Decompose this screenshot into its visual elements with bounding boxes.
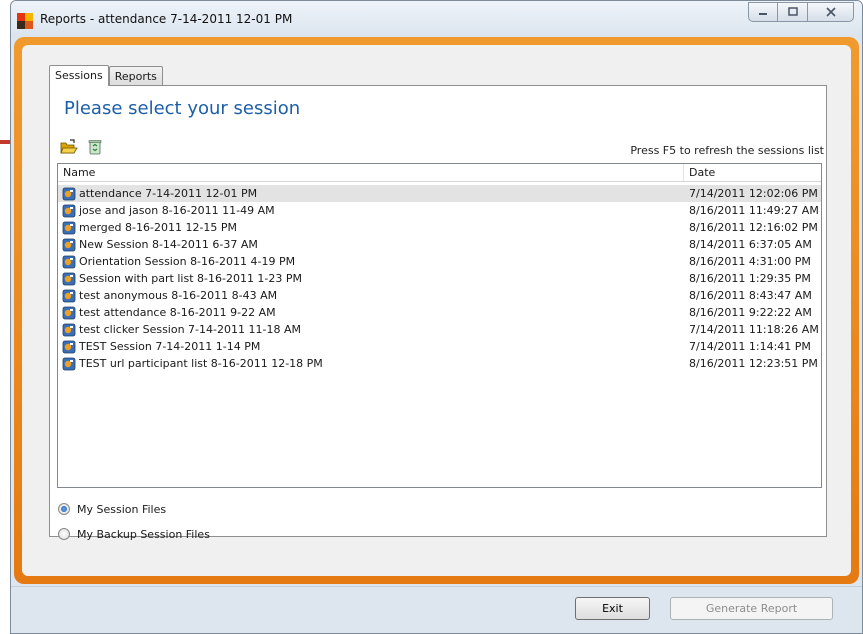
tab-strip: Sessions Reports bbox=[49, 65, 163, 86]
recycle-bin-icon bbox=[88, 140, 102, 155]
session-date: 7/14/2011 1:14:41 PM bbox=[689, 340, 811, 353]
table-row[interactable]: Session with part list 8-16-2011 1-23 PM… bbox=[58, 270, 821, 287]
option-my-session-files[interactable]: My Session Files bbox=[58, 501, 210, 517]
option-label: My Backup Session Files bbox=[77, 527, 210, 541]
session-date: 8/14/2011 6:37:05 AM bbox=[689, 238, 812, 251]
cell-name: test anonymous 8-16-2011 8-43 AM bbox=[58, 289, 684, 303]
session-date: 8/16/2011 9:22:22 AM bbox=[689, 306, 812, 319]
radio-my-session-files[interactable] bbox=[58, 503, 70, 515]
session-date: 8/16/2011 12:16:02 PM bbox=[689, 221, 818, 234]
table-row[interactable]: test anonymous 8-16-2011 8-43 AM 8/16/201… bbox=[58, 287, 821, 304]
generate-report-button[interactable]: Generate Report bbox=[670, 597, 833, 620]
toolbar bbox=[60, 138, 104, 156]
table-row[interactable]: merged 8-16-2011 12-15 PM 8/16/2011 12:16… bbox=[58, 219, 821, 236]
session-file-icon bbox=[62, 238, 76, 252]
session-date: 8/16/2011 4:31:00 PM bbox=[689, 255, 811, 268]
table-row[interactable]: jose and jason 8-16-2011 11-49 AM 8/16/20… bbox=[58, 202, 821, 219]
table-row[interactable]: TEST url participant list 8-16-2011 12-1… bbox=[58, 355, 821, 372]
session-source-options: My Session Files My Backup Session Files bbox=[58, 501, 210, 551]
session-name: Session with part list 8-16-2011 1-23 PM bbox=[79, 272, 303, 285]
option-label: My Session Files bbox=[77, 502, 167, 516]
session-file-icon bbox=[62, 272, 76, 286]
column-header-date[interactable]: Date bbox=[684, 164, 715, 181]
session-date: 7/14/2011 12:02:06 PM bbox=[689, 187, 818, 200]
reports-window: Reports - attendance 7-14-2011 12-01 PM … bbox=[10, 0, 863, 634]
maximize-button[interactable] bbox=[778, 2, 808, 22]
tab-sessions[interactable]: Sessions bbox=[49, 65, 109, 86]
session-name: TEST url participant list 8-16-2011 12-1… bbox=[79, 357, 323, 370]
session-date: 7/14/2011 11:18:26 AM bbox=[689, 323, 819, 336]
session-name: jose and jason 8-16-2011 11-49 AM bbox=[79, 204, 275, 217]
minimize-icon bbox=[759, 13, 767, 15]
open-session-button[interactable] bbox=[60, 138, 78, 156]
session-name: TEST Session 7-14-2011 1-14 PM bbox=[79, 340, 261, 353]
minimize-button[interactable] bbox=[748, 2, 778, 22]
content-area: Sessions Reports Please select your sess… bbox=[22, 45, 851, 576]
table-row[interactable]: New Session 8-14-2011 6-37 AM 8/14/2011 6… bbox=[58, 236, 821, 253]
session-file-icon bbox=[62, 357, 76, 371]
table-row[interactable]: test attendance 8-16-2011 9-22 AM 8/16/20… bbox=[58, 304, 821, 321]
cell-name: TEST Session 7-14-2011 1-14 PM bbox=[58, 340, 684, 354]
option-my-backup-session-files[interactable]: My Backup Session Files bbox=[58, 526, 210, 542]
column-header-name[interactable]: Name bbox=[58, 164, 684, 181]
session-name: attendance 7-14-2011 12-01 PM bbox=[79, 187, 258, 200]
table-row[interactable]: TEST Session 7-14-2011 1-14 PM 7/14/2011 … bbox=[58, 338, 821, 355]
list-header: Name Date bbox=[58, 164, 821, 182]
title-bar[interactable]: Reports - attendance 7-14-2011 12-01 PM bbox=[11, 1, 862, 37]
session-file-icon bbox=[62, 221, 76, 235]
table-row[interactable]: Orientation Session 8-16-2011 4-19 PM 8/1… bbox=[58, 253, 821, 270]
session-file-icon bbox=[62, 187, 76, 201]
cell-name: Session with part list 8-16-2011 1-23 PM bbox=[58, 272, 684, 286]
cell-name: merged 8-16-2011 12-15 PM bbox=[58, 221, 684, 235]
session-file-icon bbox=[62, 340, 76, 354]
sessions-list[interactable]: Name Date attendance 7-14-2011 12-01 PM 7… bbox=[57, 163, 822, 488]
close-icon bbox=[825, 7, 836, 17]
session-file-icon bbox=[62, 323, 76, 337]
cell-name: New Session 8-14-2011 6-37 AM bbox=[58, 238, 684, 252]
maximize-icon bbox=[787, 7, 798, 16]
bottom-button-bar: Exit Generate Report bbox=[11, 586, 862, 633]
page-title: Please select your session bbox=[64, 98, 301, 119]
session-date: 8/16/2011 1:29:35 PM bbox=[689, 272, 811, 285]
open-folder-icon bbox=[60, 139, 78, 154]
radio-my-backup-session-files[interactable] bbox=[58, 528, 70, 540]
orange-frame: Sessions Reports Please select your sess… bbox=[14, 37, 859, 584]
session-name: New Session 8-14-2011 6-37 AM bbox=[79, 238, 258, 251]
session-file-icon bbox=[62, 306, 76, 320]
session-file-icon bbox=[62, 255, 76, 269]
session-file-icon bbox=[62, 289, 76, 303]
session-file-icon bbox=[62, 204, 76, 218]
window-title: Reports - attendance 7-14-2011 12-01 PM bbox=[40, 12, 293, 26]
cell-name: test attendance 8-16-2011 9-22 AM bbox=[58, 306, 684, 320]
delete-session-button[interactable] bbox=[86, 138, 104, 156]
refresh-hint: Press F5 to refresh the sessions list bbox=[630, 144, 824, 157]
table-row[interactable]: attendance 7-14-2011 12-01 PM 7/14/2011 1… bbox=[58, 185, 821, 202]
session-name: test clicker Session 7-14-2011 11-18 AM bbox=[79, 323, 301, 336]
session-date: 8/16/2011 12:23:51 PM bbox=[689, 357, 818, 370]
session-name: test anonymous 8-16-2011 8-43 AM bbox=[79, 289, 278, 302]
cell-name: TEST url participant list 8-16-2011 12-1… bbox=[58, 357, 684, 371]
cell-name: Orientation Session 8-16-2011 4-19 PM bbox=[58, 255, 684, 269]
sessions-panel: Please select your session Press F5 to r… bbox=[49, 85, 827, 541]
exit-button[interactable]: Exit bbox=[575, 597, 650, 620]
cell-name: test clicker Session 7-14-2011 11-18 AM bbox=[58, 323, 684, 337]
close-button[interactable] bbox=[808, 2, 854, 22]
tab-reports[interactable]: Reports bbox=[108, 66, 163, 86]
table-row[interactable]: test clicker Session 7-14-2011 11-18 AM 7… bbox=[58, 321, 821, 338]
session-name: merged 8-16-2011 12-15 PM bbox=[79, 221, 238, 234]
session-name: test attendance 8-16-2011 9-22 AM bbox=[79, 306, 276, 319]
cell-name: jose and jason 8-16-2011 11-49 AM bbox=[58, 204, 684, 218]
session-date: 8/16/2011 8:43:47 AM bbox=[689, 289, 812, 302]
app-icon bbox=[17, 13, 33, 29]
session-date: 8/16/2011 11:49:27 AM bbox=[689, 204, 819, 217]
cell-name: attendance 7-14-2011 12-01 PM bbox=[58, 187, 684, 201]
list-rows: attendance 7-14-2011 12-01 PM 7/14/2011 1… bbox=[58, 182, 821, 372]
session-name: Orientation Session 8-16-2011 4-19 PM bbox=[79, 255, 296, 268]
